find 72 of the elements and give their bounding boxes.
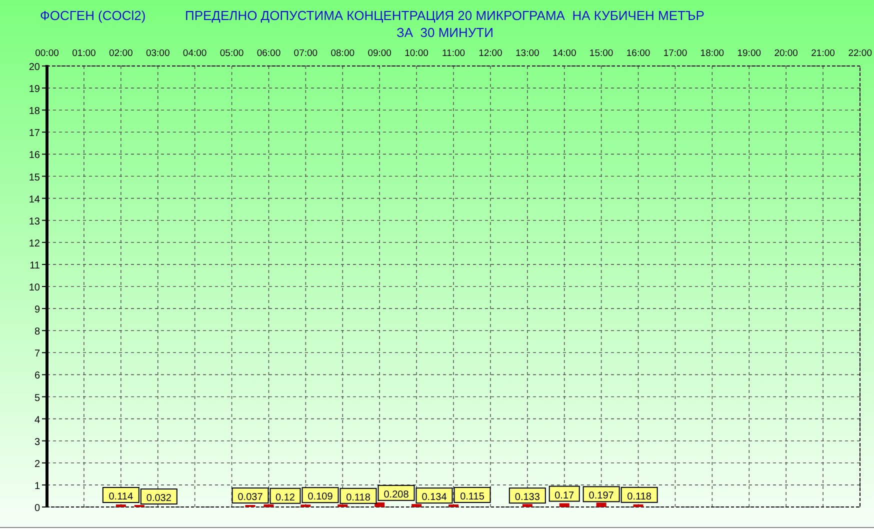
value-label: 0.17 <box>548 486 580 502</box>
x-tick-label: 14:00 <box>552 48 576 59</box>
x-tick-label: 22:00 <box>848 48 872 59</box>
x-tick-label: 00:00 <box>35 48 59 59</box>
y-tick-label: 7 <box>34 348 40 360</box>
bar <box>448 504 458 507</box>
value-label: 0.032 <box>140 488 178 504</box>
bar <box>522 504 532 507</box>
y-tick-label: 18 <box>28 106 40 118</box>
x-tick-label: 12:00 <box>478 48 502 59</box>
bar <box>374 502 385 507</box>
value-label: 0.118 <box>620 486 658 503</box>
y-tick-label: 9 <box>34 304 40 316</box>
value-label: 0.134 <box>416 488 453 504</box>
bar <box>338 504 348 507</box>
x-tick-label: 15:00 <box>589 48 614 59</box>
chart-title: (COCl2) <box>98 8 146 23</box>
y-tick-label: 8 <box>34 326 40 338</box>
y-tick-label: 12 <box>28 238 40 250</box>
value-label: 0.197 <box>582 486 620 502</box>
chart-subtitle: ЗА 30 МИНУТИ <box>396 25 494 40</box>
y-tick-label: 4 <box>34 414 40 426</box>
y-tick-label: 16 <box>28 150 40 162</box>
value-label: 0.114 <box>102 486 140 503</box>
bar <box>116 504 126 507</box>
y-tick-label: 19 <box>28 84 40 96</box>
x-tick-label: 06:00 <box>256 48 281 59</box>
bar <box>300 504 311 507</box>
bar <box>559 503 570 507</box>
y-tick-label: 3 <box>34 436 40 448</box>
chart-title: ПРЕДЕЛНО ДОПУСТИМА КОНЦЕНТРАЦИЯ 20 МИКРОГРАМА НА КУБИЧЕН МЕТЪР <box>185 8 704 23</box>
y-tick-label: 11 <box>30 260 40 272</box>
y-tick-label: 5 <box>34 392 40 404</box>
y-tick-label: 13 <box>28 216 40 228</box>
x-tick-label: 10:00 <box>404 48 428 59</box>
chart-title: ФОСГЕН <box>40 8 94 23</box>
x-tick-label: 18:00 <box>700 48 724 59</box>
y-tick-label: 0 <box>34 503 40 514</box>
y-tick-label: 10 <box>28 282 40 294</box>
x-tick-label: 04:00 <box>182 48 207 59</box>
y-tick-label: 1 <box>34 480 40 492</box>
x-tick-label: 20:00 <box>774 48 798 59</box>
x-tick-label: 19:00 <box>737 48 762 59</box>
value-label: 0.109 <box>302 487 339 504</box>
bar <box>412 504 422 507</box>
y-tick-label: 14 <box>28 194 40 206</box>
value-label: 0.118 <box>340 488 377 504</box>
x-tick-label: 13:00 <box>516 48 540 59</box>
x-tick-label: 01:00 <box>72 48 96 59</box>
value-label: 0.208 <box>378 484 415 501</box>
value-label: 0.115 <box>454 486 491 503</box>
x-tick-label: 03:00 <box>146 48 170 59</box>
x-tick-label: 17:00 <box>663 48 688 59</box>
x-tick-label: 07:00 <box>294 48 318 59</box>
y-tick-label: 2 <box>34 458 40 470</box>
x-tick-label: 05:00 <box>220 48 244 59</box>
bar <box>596 502 606 507</box>
x-tick-label: 21:00 <box>811 48 835 59</box>
x-tick-label: 09:00 <box>368 48 392 59</box>
x-tick-label: 16:00 <box>626 48 650 59</box>
value-label: 0.12 <box>270 488 301 504</box>
x-tick-label: 11:00 <box>442 48 466 59</box>
y-tick-label: 15 <box>28 172 40 184</box>
value-label: 0.037 <box>232 488 269 504</box>
bar <box>264 504 274 507</box>
x-tick-label: 02:00 <box>109 48 133 59</box>
y-tick-label: 17 <box>28 128 40 140</box>
value-label: 0.133 <box>508 488 546 504</box>
y-tick-label: 6 <box>34 370 40 382</box>
y-tick-label: 20 <box>28 62 40 73</box>
x-tick-label: 08:00 <box>330 48 355 59</box>
bar <box>633 504 644 507</box>
